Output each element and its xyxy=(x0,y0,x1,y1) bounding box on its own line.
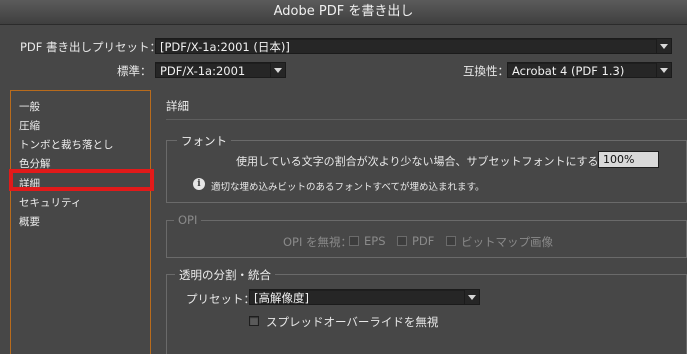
selected-item-highlight xyxy=(9,169,154,191)
opi-omit-label: OPI を無視： xyxy=(283,235,353,249)
info-icon: i xyxy=(193,178,205,190)
preset-select-value: [PDF/X-1a:2001 (日本)] xyxy=(160,40,290,54)
flatten-group-title: 透明の分割・統合 xyxy=(175,267,275,283)
preset-label: PDF 書き出しプリセット： xyxy=(20,40,162,54)
flatten-preset-select[interactable]: [高解像度] xyxy=(249,289,480,305)
sidebar-item-security[interactable]: セキュリティ xyxy=(19,195,81,210)
chevron-down-icon xyxy=(656,63,671,77)
opi-eps-label: EPS xyxy=(364,234,386,248)
chevron-down-icon xyxy=(464,290,479,304)
compat-select[interactable]: Acrobat 4 (PDF 1.3) xyxy=(507,62,672,78)
standard-select-value: PDF/X-1a:2001 xyxy=(160,64,246,78)
panel-title: 詳細 xyxy=(166,99,189,113)
title-divider xyxy=(166,119,687,120)
window-title: Adobe PDF を書き出し xyxy=(0,0,687,25)
ignore-spread-checkbox[interactable] xyxy=(249,316,259,326)
font-group-title: フォント xyxy=(177,133,231,149)
sidebar-item-marks-bleeds[interactable]: トンボと裁ち落とし xyxy=(19,137,114,152)
compat-label: 互換性： xyxy=(463,64,509,78)
compat-select-value: Acrobat 4 (PDF 1.3) xyxy=(512,64,625,78)
opi-group-title: OPI xyxy=(174,213,202,227)
standard-label: 標準： xyxy=(117,64,152,78)
font-group xyxy=(166,140,687,203)
flatten-preset-value: [高解像度] xyxy=(254,291,309,305)
opi-bitmap-checkbox[interactable] xyxy=(446,236,456,246)
ignore-spread-label: スプレッドオーバーライドを無視 xyxy=(266,315,439,329)
flatten-preset-label: プリセット： xyxy=(186,292,255,306)
chevron-down-icon xyxy=(270,63,285,77)
font-info-text: 適切な埋め込みビットのあるフォントすべてが埋め込まれます。 xyxy=(211,182,485,193)
opi-bitmap-label: ビットマップ画像 xyxy=(461,235,553,249)
preset-select[interactable]: [PDF/X-1a:2001 (日本)] xyxy=(155,38,672,54)
chevron-down-icon xyxy=(656,39,671,53)
opi-pdf-label: PDF xyxy=(412,234,435,248)
opi-pdf-checkbox[interactable] xyxy=(397,236,407,246)
opi-eps-checkbox[interactable] xyxy=(349,236,359,246)
subset-threshold-input[interactable]: 100% xyxy=(598,151,659,168)
sidebar-item-summary[interactable]: 概要 xyxy=(19,214,40,229)
standard-select[interactable]: PDF/X-1a:2001 xyxy=(155,62,286,78)
subset-label: 使用している文字の割合が次より少ない場合、サブセットフォントにする： xyxy=(236,155,610,168)
sidebar-item-general[interactable]: 一般 xyxy=(19,99,40,114)
sidebar-item-compression[interactable]: 圧縮 xyxy=(19,118,40,133)
category-sidebar: 一般 圧縮 トンボと裁ち落とし 色分解 詳細 セキュリティ 概要 xyxy=(10,90,151,354)
